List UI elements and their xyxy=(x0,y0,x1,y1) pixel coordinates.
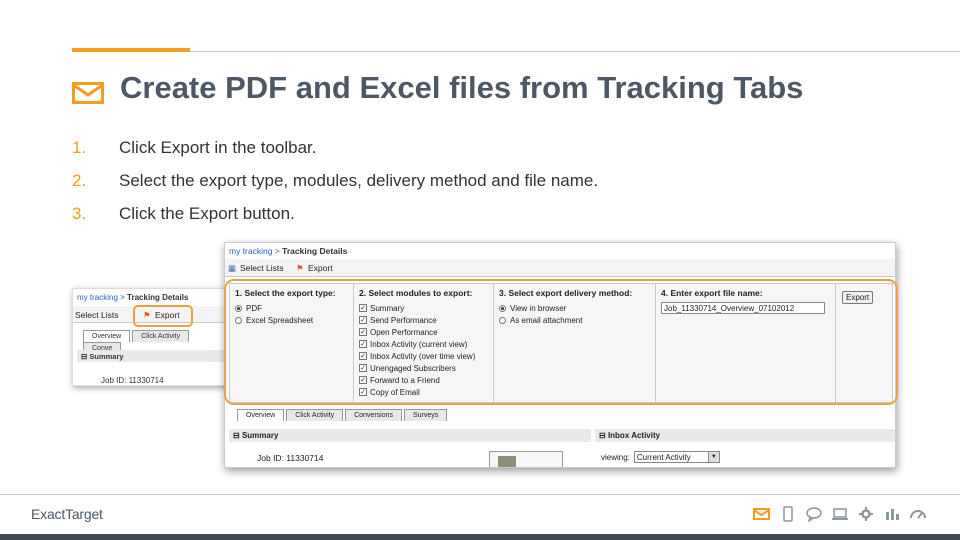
tab-surveys[interactable]: Surveys xyxy=(404,409,448,421)
export-options-highlight xyxy=(224,279,898,405)
step-item: 2. Select the export type, modules, deliv… xyxy=(72,171,599,190)
gauge-icon xyxy=(910,510,926,519)
list-icon: ▦ xyxy=(228,263,237,273)
summary-header[interactable]: ⊟ Summary xyxy=(77,350,229,362)
step-item: 1. Click Export in the toolbar. xyxy=(72,138,317,157)
export-icon: ⚑ xyxy=(296,263,304,273)
footer-icons xyxy=(752,506,928,522)
footer-divider xyxy=(0,494,960,495)
footer-bar xyxy=(0,534,960,540)
breadcrumb: my tracking > Tracking Details xyxy=(77,293,189,302)
bar-chart-icon xyxy=(886,509,899,520)
viewing-select[interactable]: Current Activity ▼ xyxy=(633,451,720,463)
toolbar-screenshot: my tracking > Tracking Details Select Li… xyxy=(72,288,232,386)
inbox-activity-header[interactable]: ⊟ Inbox Activity xyxy=(595,429,895,442)
tab-overview[interactable]: Overview xyxy=(237,409,285,421)
tab-overview[interactable]: Overview xyxy=(83,330,131,342)
exacttarget-logo: ExactTarget xyxy=(31,506,103,522)
export-highlight xyxy=(133,305,193,327)
select-lists-button[interactable]: Select Lists xyxy=(240,263,283,273)
step-item: 3. Click the Export button. xyxy=(72,204,295,223)
viewing-control: viewing: Current Activity ▼ xyxy=(601,451,720,463)
envelope-icon xyxy=(72,82,104,104)
laptop-icon xyxy=(832,508,848,520)
tab-conversions[interactable]: Conversions xyxy=(345,409,403,421)
toolbar: ▦ Select Lists ⚑ Export xyxy=(225,259,895,277)
gear-icon xyxy=(859,507,873,521)
top-accent-bar xyxy=(72,48,190,52)
job-id: Job ID: 11330714 xyxy=(257,453,324,463)
email-thumbnail[interactable] xyxy=(489,451,563,467)
top-divider xyxy=(190,51,960,52)
steps-list: 1. Click Export in the toolbar. 2. Select … xyxy=(72,138,598,237)
envelope-icon xyxy=(753,508,770,520)
job-id: Job ID: 11330714 xyxy=(101,376,164,385)
chevron-down-icon[interactable]: ▼ xyxy=(707,452,719,462)
slide-title: Create PDF and Excel files from Tracking… xyxy=(120,70,804,105)
breadcrumb: my tracking > Tracking Details xyxy=(229,246,348,256)
mobile-icon xyxy=(783,506,793,522)
tab-click-activity[interactable]: Click Activity xyxy=(132,330,190,342)
tab-bar: Overview Click Activity Conversions Surveys xyxy=(237,409,449,421)
tab-click-activity[interactable]: Click Activity xyxy=(286,409,344,421)
summary-header[interactable]: ⊟ Summary xyxy=(229,429,591,442)
export-toolbar-button[interactable]: Export xyxy=(308,263,333,273)
select-lists-button[interactable]: Select Lists xyxy=(75,310,118,320)
chat-icon xyxy=(806,507,822,522)
